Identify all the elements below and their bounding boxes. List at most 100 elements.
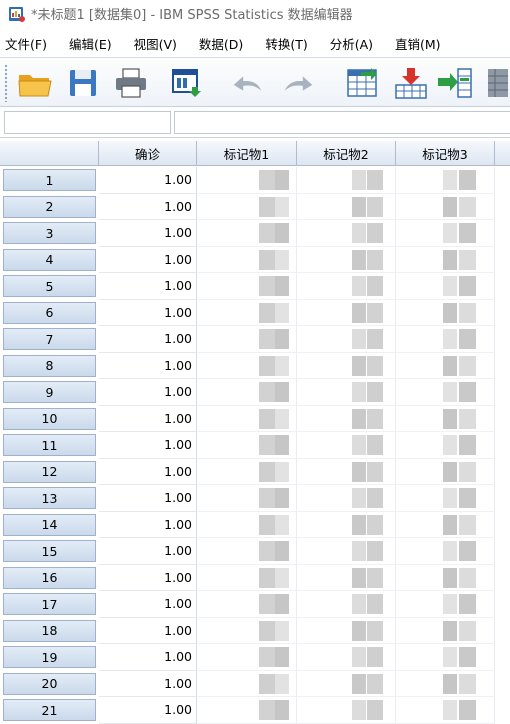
insert-case-button[interactable] [392,65,430,101]
menu-analyze[interactable]: 分析(A) [330,34,373,53]
cell-marker1-redacted[interactable] [197,273,297,300]
cell-marker3-redacted[interactable] [396,644,495,671]
cell-marker2-redacted[interactable] [297,299,396,326]
cell-marker1-redacted[interactable] [197,591,297,618]
cell-diagnosis[interactable]: 1.00 [99,458,197,485]
open-button[interactable] [16,65,54,101]
cell-marker3-redacted[interactable] [396,591,495,618]
row-header[interactable]: 21 [3,699,96,721]
recall-dialog-button[interactable] [168,65,206,101]
cell-marker1-redacted[interactable] [197,485,297,512]
cell-diagnosis[interactable]: 1.00 [99,220,197,247]
cell-marker3-redacted[interactable] [396,458,495,485]
row-header[interactable]: 6 [3,301,96,324]
row-header[interactable]: 13 [3,487,96,509]
cell-marker2-redacted[interactable] [297,193,396,220]
cell-marker2-redacted[interactable] [297,405,396,432]
cell-diagnosis[interactable]: 1.00 [99,538,197,565]
cell-marker3-redacted[interactable] [396,167,495,194]
goto-case-button[interactable] [344,65,382,101]
column-header-empty[interactable] [495,141,510,166]
cell-marker2-redacted[interactable] [297,458,396,485]
cell-marker3-redacted[interactable] [396,485,495,512]
menu-file[interactable]: 文件(F) [5,34,47,53]
cell-marker2-redacted[interactable] [297,670,396,697]
cell-marker1-redacted[interactable] [197,644,297,671]
cell-marker2-redacted[interactable] [297,273,396,300]
cell-marker1-redacted[interactable] [197,220,297,247]
cell-marker2-redacted[interactable] [297,220,396,247]
cell-diagnosis[interactable]: 1.00 [99,352,197,379]
cell-diagnosis[interactable]: 1.00 [99,405,197,432]
menu-transform[interactable]: 转换(T) [265,34,307,53]
row-header[interactable]: 2 [3,195,96,218]
cell-marker1-redacted[interactable] [197,326,297,353]
cell-marker1-redacted[interactable] [197,379,297,406]
row-header[interactable]: 8 [3,354,96,377]
menu-data[interactable]: 数据(D) [199,34,243,53]
cell-diagnosis[interactable]: 1.00 [99,591,197,618]
cell-marker1-redacted[interactable] [197,405,297,432]
cell-diagnosis[interactable]: 1.00 [99,485,197,512]
cell-diagnosis[interactable]: 1.00 [99,432,197,459]
cell-diagnosis[interactable]: 1.00 [99,193,197,220]
cell-marker1-redacted[interactable] [197,697,297,724]
row-header[interactable]: 9 [3,381,96,403]
cell-diagnosis[interactable]: 1.00 [99,697,197,724]
cell-marker3-redacted[interactable] [396,273,495,300]
row-header[interactable]: 20 [3,672,96,695]
cell-marker2-redacted[interactable] [297,697,396,724]
cell-marker1-redacted[interactable] [197,193,297,220]
menu-edit[interactable]: 编辑(E) [69,34,112,53]
cell-marker2-redacted[interactable] [297,538,396,565]
cell-marker3-redacted[interactable] [396,511,495,538]
column-header-diagnosis[interactable]: 确诊 [99,141,197,166]
cell-marker2-redacted[interactable] [297,326,396,353]
cell-marker3-redacted[interactable] [396,564,495,591]
cell-marker3-redacted[interactable] [396,405,495,432]
cell-marker3-redacted[interactable] [396,299,495,326]
row-header[interactable]: 3 [3,222,96,244]
cell-diagnosis[interactable]: 1.00 [99,246,197,273]
cell-marker3-redacted[interactable] [396,617,495,644]
row-header[interactable]: 17 [3,593,96,615]
column-header-marker1[interactable]: 标记物1 [197,141,297,166]
toolbar-grip[interactable] [4,64,8,102]
corner-header[interactable] [0,141,99,166]
cell-reference-box[interactable] [4,111,171,134]
cell-marker2-redacted[interactable] [297,167,396,194]
cell-marker2-redacted[interactable] [297,352,396,379]
cell-marker1-redacted[interactable] [197,538,297,565]
cell-marker1-redacted[interactable] [197,167,297,194]
cell-marker1-redacted[interactable] [197,246,297,273]
undo-button[interactable] [228,65,266,101]
cell-diagnosis[interactable]: 1.00 [99,273,197,300]
cell-marker3-redacted[interactable] [396,432,495,459]
cell-marker1-redacted[interactable] [197,458,297,485]
cell-marker3-redacted[interactable] [396,379,495,406]
menu-direct-marketing[interactable]: 直销(M) [395,34,441,53]
cell-marker1-redacted[interactable] [197,617,297,644]
cell-marker3-redacted[interactable] [396,697,495,724]
row-header[interactable]: 16 [3,566,96,589]
column-header-marker2[interactable]: 标记物2 [297,141,396,166]
redo-button[interactable] [280,65,318,101]
cell-marker2-redacted[interactable] [297,591,396,618]
cell-marker2-redacted[interactable] [297,511,396,538]
row-header[interactable]: 19 [3,646,96,668]
cell-marker3-redacted[interactable] [396,193,495,220]
row-header[interactable]: 4 [3,248,96,271]
row-header[interactable]: 18 [3,619,96,642]
cell-diagnosis[interactable]: 1.00 [99,167,197,194]
cell-diagnosis[interactable]: 1.00 [99,617,197,644]
cell-marker2-redacted[interactable] [297,432,396,459]
row-header[interactable]: 11 [3,434,96,456]
cell-diagnosis[interactable]: 1.00 [99,326,197,353]
cell-marker2-redacted[interactable] [297,246,396,273]
cell-value-input[interactable] [174,111,510,134]
cell-marker3-redacted[interactable] [396,538,495,565]
cell-marker3-redacted[interactable] [396,326,495,353]
column-header-marker3[interactable]: 标记物3 [396,141,495,166]
cell-marker3-redacted[interactable] [396,220,495,247]
row-header[interactable]: 1 [3,169,96,191]
